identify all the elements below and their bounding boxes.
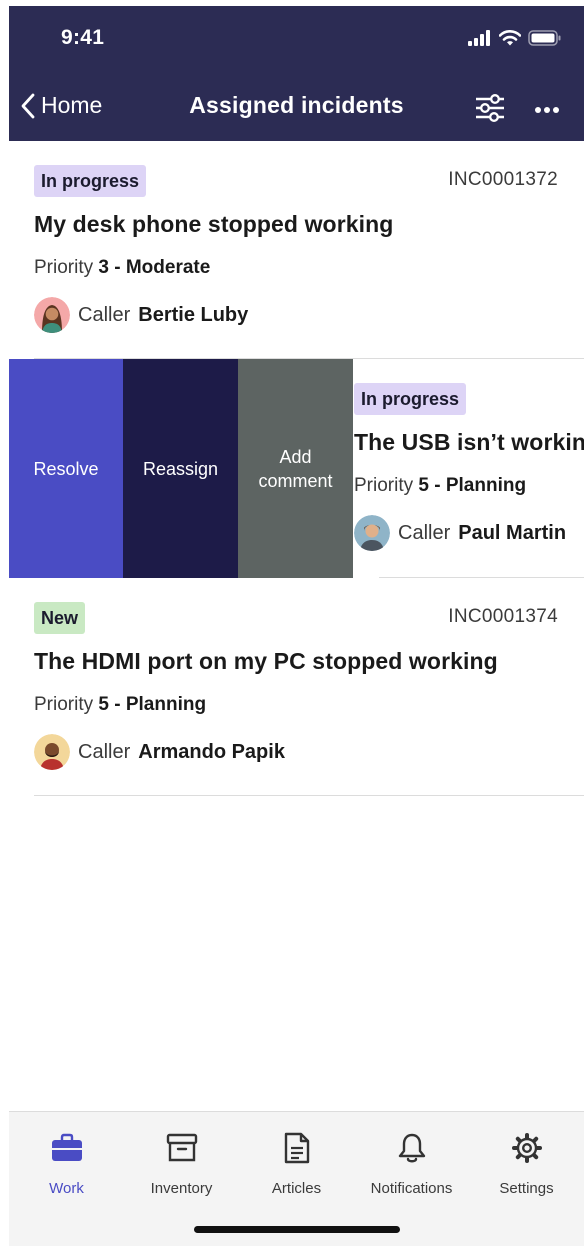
avatar [34, 734, 70, 770]
incident-card[interactable]: In progress The USB isn’t working Priori… [354, 359, 584, 578]
incident-card[interactable]: In progress INC0001372 My desk phone sto… [9, 141, 584, 359]
more-options-button[interactable] [534, 101, 560, 119]
wifi-icon [499, 30, 521, 46]
priority-value: 5 - Planning [98, 694, 207, 715]
avatar [354, 515, 390, 551]
tab-label: Settings [499, 1180, 554, 1197]
cellular-signal-icon [468, 30, 490, 46]
incident-number: INC0001374 [448, 606, 558, 627]
priority-label: Priority [34, 257, 94, 278]
priority-label: Priority [34, 694, 94, 715]
caller-name: Armando Papik [138, 740, 285, 763]
battery-icon [528, 30, 561, 46]
tab-label: Articles [271, 1180, 322, 1197]
incident-caller: Caller Bertie Luby [34, 296, 248, 334]
incident-title: My desk phone stopped working [34, 211, 394, 237]
add-comment-button[interactable]: Add comment [238, 359, 353, 578]
status-badge: New [34, 602, 86, 634]
bell-icon [398, 1133, 425, 1163]
add-comment-label-line2: comment [258, 470, 333, 491]
incident-caller: Caller Paul Martin [354, 514, 566, 552]
tab-settings[interactable]: Settings [469, 1130, 584, 1197]
app-screen: 9:41 Home Assigned incidents In progress… [9, 6, 584, 1246]
home-indicator [194, 1226, 400, 1233]
caller-label: Caller [398, 521, 451, 544]
caller-label: Caller [78, 740, 131, 763]
archive-box-icon [166, 1133, 197, 1162]
tab-label: Work [49, 1180, 84, 1197]
status-badge: In progress [354, 383, 467, 415]
ellipsis-icon [535, 107, 559, 113]
priority-value: 5 - Planning [418, 475, 527, 496]
tab-label: Inventory [150, 1180, 213, 1197]
caller-name: Bertie Luby [138, 303, 249, 326]
status-icons [468, 30, 562, 46]
incident-card[interactable]: New INC0001374 The HDMI port on my PC st… [9, 578, 584, 796]
resolve-button[interactable]: Resolve [9, 359, 123, 578]
priority-value: 3 - Moderate [98, 257, 211, 278]
briefcase-icon [51, 1133, 82, 1161]
filter-button[interactable] [474, 94, 506, 127]
tab-articles[interactable]: Articles [239, 1130, 354, 1197]
divider [34, 795, 584, 796]
incident-title: The USB isn’t working [354, 429, 584, 455]
tab-label: Notifications [370, 1180, 453, 1197]
incident-title: The HDMI port on my PC stopped working [34, 648, 498, 674]
status-badge: In progress [34, 165, 147, 197]
incident-caller: Caller Armando Papik [34, 733, 285, 771]
priority-label: Priority [354, 475, 414, 496]
tab-inventory[interactable]: Inventory [124, 1130, 239, 1197]
avatar [34, 297, 70, 333]
caller-name: Paul Martin [458, 521, 567, 544]
status-time: 9:41 [61, 26, 105, 49]
tab-notifications[interactable]: Notifications [354, 1130, 469, 1197]
swiped-incident-row[interactable]: Resolve Reassign Add comment In progress… [9, 359, 584, 578]
reassign-button[interactable]: Reassign [123, 359, 238, 578]
add-comment-label-line1: Add [279, 446, 312, 467]
gear-icon [511, 1133, 542, 1163]
sliders-icon [476, 94, 504, 122]
header: 9:41 Home Assigned incidents [9, 6, 584, 141]
caller-label: Caller [78, 303, 131, 326]
incident-priority: Priority 5 - Planning [354, 475, 526, 497]
incident-priority: Priority 5 - Planning [34, 694, 206, 716]
incident-number: INC0001372 [448, 169, 558, 190]
document-icon [284, 1132, 309, 1164]
tab-work[interactable]: Work [9, 1130, 124, 1197]
incident-priority: Priority 3 - Moderate [34, 257, 210, 279]
